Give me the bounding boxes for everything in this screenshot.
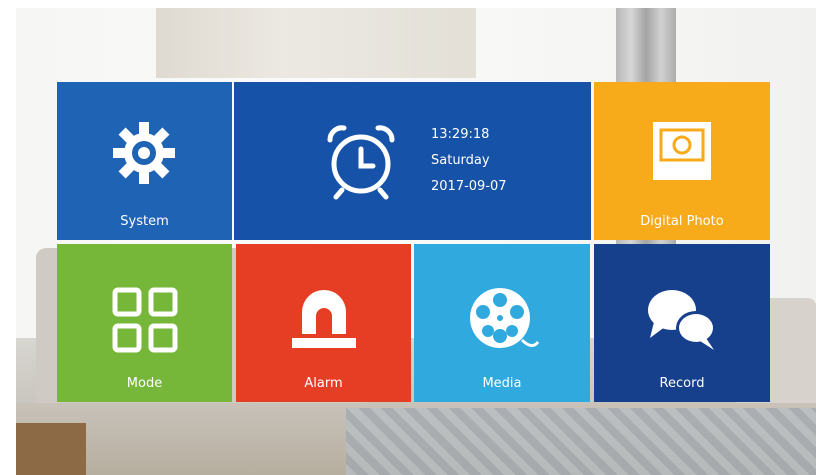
grid-icon (112, 287, 178, 353)
media-label: Media (482, 376, 522, 391)
mode-tile[interactable]: Mode (57, 244, 232, 402)
background-wood-floor (16, 423, 86, 475)
clock-time: 13:29:18 (431, 127, 490, 142)
alarm-tile[interactable]: Alarm (236, 244, 411, 402)
background-rug (346, 408, 816, 475)
background-painting (156, 8, 476, 78)
record-label: Record (659, 376, 705, 391)
system-label: System (120, 214, 169, 229)
alarm-clock-icon (327, 125, 395, 200)
system-tile[interactable]: System (57, 82, 232, 240)
mode-label: Mode (126, 376, 163, 391)
home-screen: System 13:29:18 Saturday 2017-09-07 Digi… (16, 8, 816, 475)
film-reel-icon (470, 288, 540, 348)
clock-info: 13:29:18 Saturday 2017-09-07 (431, 122, 507, 200)
clock-tile[interactable]: 13:29:18 Saturday 2017-09-07 (234, 82, 591, 240)
alarm-label: Alarm (304, 376, 343, 391)
clock-day: Saturday (431, 153, 490, 168)
media-tile[interactable]: Media (414, 244, 590, 402)
gear-icon (113, 122, 175, 184)
chat-bubbles-icon (648, 290, 716, 350)
photo-icon (653, 122, 711, 180)
record-tile[interactable]: Record (594, 244, 770, 402)
clock-date: 2017-09-07 (431, 179, 507, 194)
digital-photo-tile[interactable]: Digital Photo (594, 82, 770, 240)
digital-photo-label: Digital Photo (640, 214, 724, 229)
siren-icon (292, 290, 356, 348)
